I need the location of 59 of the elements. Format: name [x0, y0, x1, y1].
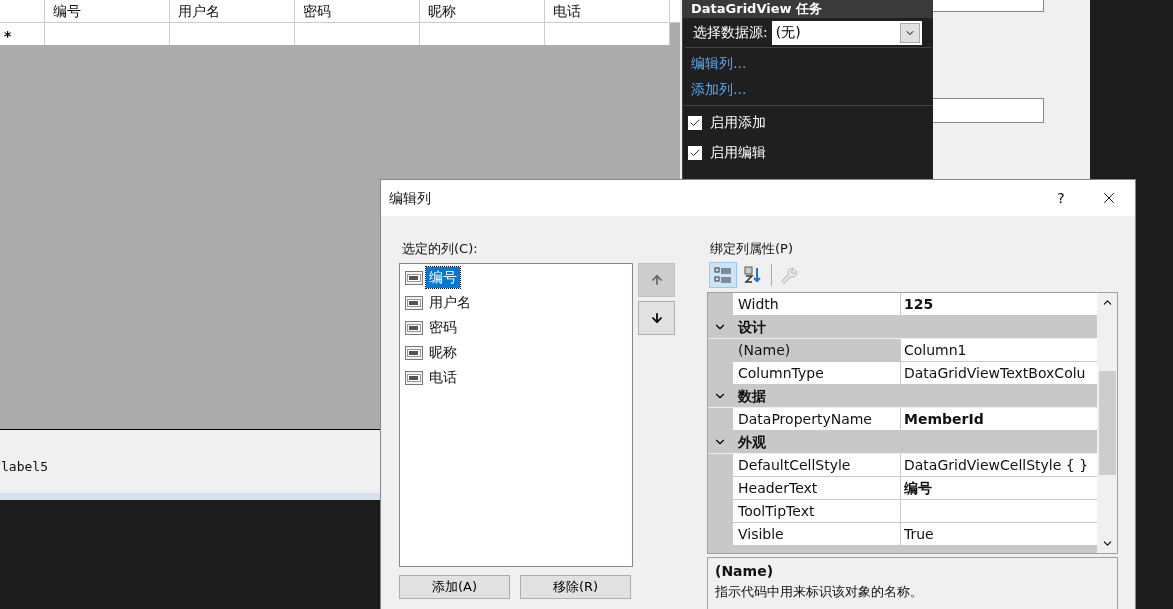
property-value[interactable]: True [901, 523, 1097, 546]
column-header[interactable]: 密码 [295, 0, 420, 22]
property-name[interactable]: Width [733, 293, 901, 316]
property-value[interactable]: 编号 [901, 477, 1097, 500]
column-header[interactable]: 编号 [45, 0, 170, 22]
property-value[interactable]: Column1 [901, 339, 1097, 362]
text-field[interactable] [930, 98, 1044, 123]
property-value[interactable]: DataGridViewCellStyle { } [901, 454, 1097, 477]
panel-title: DataGridView 任务 [683, 0, 933, 18]
option-label: 启用添加 [710, 113, 766, 132]
column-item[interactable]: 用户名 [426, 292, 474, 313]
textbox-column-icon [405, 295, 423, 310]
task-link[interactable]: 添加列... [691, 79, 747, 100]
move-down-button[interactable] [638, 301, 675, 335]
dialog-button[interactable]: 添加(A) [399, 575, 510, 599]
dialog-title: 编辑列 [389, 188, 432, 208]
textbox-column-icon [405, 320, 423, 335]
column-item[interactable]: 昵称 [426, 342, 460, 363]
dialog-button[interactable]: 移除(R) [520, 575, 631, 599]
column-header[interactable]: 昵称 [420, 0, 545, 22]
categorized-view-button[interactable] [709, 262, 737, 288]
textbox-column-icon [405, 270, 423, 285]
property-name[interactable]: HeaderText [733, 477, 901, 500]
column-item[interactable]: 电话 [426, 367, 460, 388]
scrollbar[interactable] [1097, 293, 1117, 553]
checkbox[interactable] [688, 115, 702, 130]
help-button[interactable]: ? [1039, 180, 1083, 216]
category-name: 设计 [736, 317, 766, 337]
column-header[interactable]: 用户名 [170, 0, 295, 22]
property-value[interactable]: 125 [901, 293, 1097, 316]
textbox-column-icon [405, 345, 423, 360]
text-field[interactable] [930, 0, 1044, 12]
property-value[interactable]: DataGridViewTextBoxColu [901, 362, 1097, 385]
data-source-dropdown[interactable]: (无) [771, 20, 922, 45]
form-label: label5 [1, 459, 48, 474]
property-value[interactable]: MemberId [901, 408, 1097, 431]
property-name[interactable]: ColumnType [733, 362, 901, 385]
property-name[interactable]: ToolTipText [733, 500, 901, 523]
category-name: 数据 [737, 386, 766, 406]
option-label: 启用编辑 [710, 143, 766, 162]
property-name[interactable]: DataPropertyName [733, 408, 901, 431]
column-header[interactable]: 电话 [545, 0, 670, 22]
categorized-icon[interactable] [714, 266, 732, 284]
data-source-label: 选择数据源: [693, 23, 768, 42]
columns-label: 选定的列(C): [402, 241, 478, 256]
task-link[interactable]: 编辑列... [691, 53, 747, 74]
column-item[interactable]: 密码 [426, 317, 460, 338]
description-text: 指示代码中用来标识该对象的名称。 [715, 583, 924, 601]
properties-label: 绑定列属性(P) [710, 241, 793, 256]
checkbox[interactable] [688, 145, 702, 160]
textbox-column-icon [405, 370, 423, 385]
columns-list[interactable]: 编号 用户名 密码 昵称 电话 [399, 263, 633, 567]
property-name[interactable]: Visible [733, 523, 901, 546]
description-title: (Name) [715, 562, 775, 581]
wrench-icon [780, 266, 798, 284]
sort-az-icon[interactable] [744, 266, 762, 284]
category-name: 外观 [737, 432, 766, 452]
column-item[interactable]: 编号 [426, 267, 460, 288]
property-name[interactable]: DefaultCellStyle [733, 454, 901, 477]
